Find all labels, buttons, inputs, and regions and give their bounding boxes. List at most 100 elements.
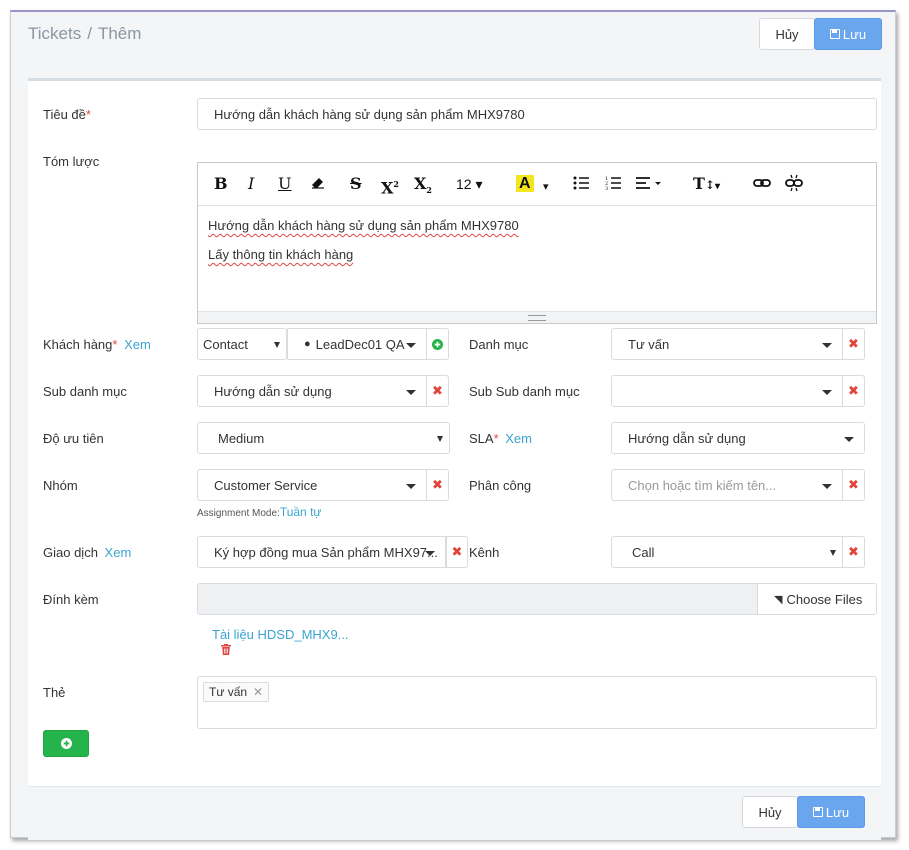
priority-select[interactable]: Medium: [197, 422, 450, 454]
sla-view-link[interactable]: Xem: [505, 431, 532, 446]
transaction-select[interactable]: Ký hợp đồng mua Sản phẩm MHX97...: [197, 536, 446, 568]
plus-circle-icon: [432, 338, 443, 350]
customer-view-link[interactable]: Xem: [124, 337, 151, 352]
transaction-view-link[interactable]: Xem: [105, 545, 132, 560]
sub-sub-category-select[interactable]: [611, 375, 843, 407]
cancel-label: Hủy: [775, 26, 799, 42]
sub-category-label: Sub danh mục: [43, 384, 127, 399]
header-save-button[interactable]: Lưu: [814, 18, 882, 50]
summary-editor: B I U S X2 X2 12 ▾ A ▾ 123 T↕▾ Hướng dẫn…: [197, 162, 877, 324]
chevron-down-icon: [844, 437, 854, 442]
close-icon: ✖: [451, 544, 463, 559]
tags-input[interactable]: Tư vấn ✕: [197, 676, 877, 729]
subscript-icon[interactable]: X2: [414, 174, 432, 199]
breadcrumb-tickets[interactable]: Tickets: [28, 24, 81, 43]
clear-group-button[interactable]: ✖: [427, 469, 449, 501]
clear-channel-button[interactable]: ✖: [843, 536, 865, 568]
font-size-dropdown[interactable]: 12 ▾: [456, 175, 483, 193]
attachment-file-link[interactable]: Tài liệu HDSD_MHX9...: [212, 627, 349, 642]
clear-transaction-button[interactable]: ✖: [446, 536, 468, 568]
assignment-mode-link[interactable]: Tuần tự: [280, 505, 322, 519]
clear-sub-sub-category-button[interactable]: ✖: [843, 375, 865, 407]
editor-line-2: Lấy thông tin khách hàng: [208, 247, 354, 262]
category-select[interactable]: Tư vấn: [611, 328, 843, 360]
chevron-down-icon: [425, 551, 435, 556]
svg-text:3: 3: [605, 186, 608, 190]
summary-label: Tóm lược: [43, 154, 100, 169]
customer-label: Khách hàng* Xem: [43, 337, 151, 352]
priority-label: Độ ưu tiên: [43, 431, 104, 446]
cancel-label: Hủy: [758, 804, 782, 820]
bold-icon[interactable]: B: [214, 175, 228, 193]
close-icon: ✖: [848, 477, 859, 492]
trash-icon[interactable]: [221, 644, 231, 658]
sla-label: SLA* Xem: [469, 431, 532, 446]
clear-sub-category-button[interactable]: ✖: [427, 375, 449, 407]
chevron-down-icon: [406, 484, 416, 489]
editor-resize-handle[interactable]: [198, 311, 876, 323]
title-value: Hướng dẫn khách hàng sử dụng sản phẩm MH…: [214, 106, 525, 122]
breadcrumb-separator: /: [87, 24, 92, 43]
numbered-list-icon[interactable]: 123: [605, 176, 621, 194]
chevron-down-icon: [406, 343, 416, 348]
close-icon: ✖: [848, 336, 859, 351]
chevron-down-icon: [274, 342, 280, 348]
editor-toolbar: B I U S X2 X2 12 ▾ A ▾ 123 T↕▾: [198, 163, 876, 206]
footer-cancel-button[interactable]: Hủy: [742, 796, 798, 828]
highlight-color-icon[interactable]: A: [516, 174, 534, 193]
highlight-dropdown-icon[interactable]: ▾: [543, 178, 549, 196]
chevron-down-icon: [822, 343, 832, 348]
add-field-button[interactable]: [43, 730, 89, 757]
editor-content[interactable]: Hướng dẫn khách hàng sử dụng sản phẩm MH…: [198, 206, 876, 313]
clear-assignee-button[interactable]: ✖: [843, 469, 865, 501]
attachment-label: Đính kèm: [43, 592, 99, 607]
underline-icon[interactable]: U: [278, 175, 291, 193]
save-icon: [812, 807, 823, 817]
strikethrough-icon[interactable]: S: [350, 175, 362, 193]
ticket-form: Tiêu đề* Hướng dẫn khách hàng sử dụng sả…: [28, 78, 881, 786]
close-icon: ✖: [848, 544, 859, 559]
attachment-path-input[interactable]: [197, 583, 758, 615]
user-icon: ●: [304, 338, 311, 350]
tag-item: Tư vấn ✕: [203, 682, 270, 702]
align-icon[interactable]: [636, 176, 662, 194]
add-customer-button[interactable]: [427, 328, 449, 360]
choose-files-button[interactable]: ◥ Choose Files: [757, 583, 877, 615]
superscript-icon[interactable]: X2: [381, 175, 399, 197]
remove-tag-icon[interactable]: ✕: [253, 685, 263, 699]
italic-icon[interactable]: I: [248, 175, 254, 193]
group-label: Nhóm: [43, 478, 78, 493]
chevron-down-icon: [822, 390, 832, 395]
folder-open-icon: ◥: [774, 593, 783, 606]
sub-category-select[interactable]: Hướng dẫn sử dụng: [197, 375, 427, 407]
chevron-down-icon: [830, 550, 836, 556]
assignee-select[interactable]: Chọn hoặc tìm kiếm tên...: [611, 469, 843, 501]
unlink-icon[interactable]: [785, 174, 803, 196]
assignee-label: Phân công: [469, 478, 532, 493]
top-bar: Tickets / Thêm Hủy Lưu: [11, 12, 895, 60]
page-frame: Tickets / Thêm Hủy Lưu Tiêu đề* Hướng dẫn …: [10, 10, 896, 840]
plus-circle-icon: [60, 738, 72, 749]
clear-category-button[interactable]: ✖: [843, 328, 865, 360]
title-label: Tiêu đề*: [43, 107, 91, 122]
save-icon: [829, 29, 840, 39]
footer-save-button[interactable]: Lưu: [797, 796, 865, 828]
bullet-list-icon[interactable]: [573, 176, 589, 194]
close-icon: ✖: [848, 383, 859, 398]
customer-type-select[interactable]: Contact: [197, 328, 287, 360]
title-input[interactable]: Hướng dẫn khách hàng sử dụng sản phẩm MH…: [197, 98, 877, 130]
tags-label: Thẻ: [43, 685, 66, 700]
channel-label: Kênh: [469, 545, 500, 560]
header-cancel-button[interactable]: Hủy: [759, 18, 815, 50]
link-icon[interactable]: [753, 176, 771, 194]
sla-select[interactable]: Hướng dẫn sử dụng: [611, 422, 865, 454]
assignment-mode: Assignment Mode:Tuần tự: [197, 505, 322, 519]
text-height-icon[interactable]: T↕▾: [693, 175, 720, 196]
save-label: Lưu: [825, 804, 850, 820]
save-label: Lưu: [842, 26, 867, 42]
eraser-icon[interactable]: [311, 176, 325, 194]
group-select[interactable]: Customer Service: [197, 469, 427, 501]
channel-select[interactable]: Call: [611, 536, 843, 568]
customer-select[interactable]: ● LeadDec01 QA: [287, 328, 427, 360]
chevron-down-icon: [437, 436, 443, 442]
